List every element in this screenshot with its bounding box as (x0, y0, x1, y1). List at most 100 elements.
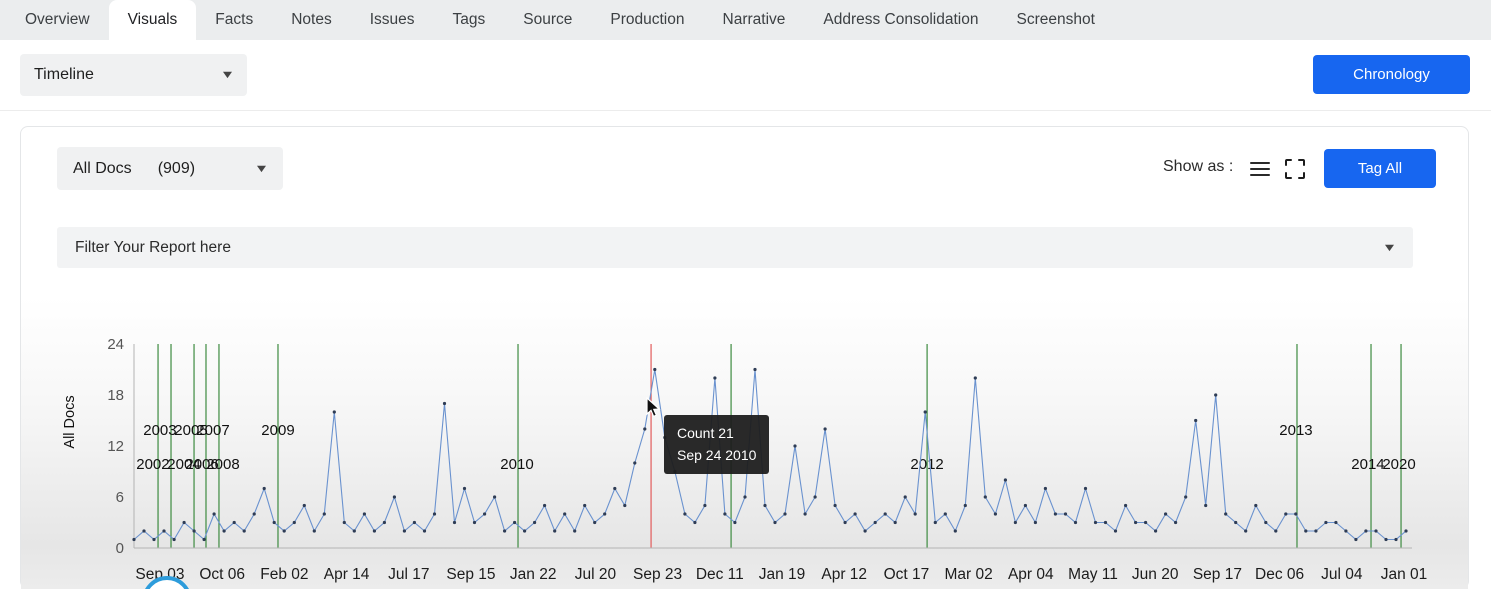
tooltip-date: Sep 24 2010 (677, 446, 757, 463)
tab-screenshot[interactable]: Screenshot (997, 0, 1113, 40)
x-tick-label: May 11 (1068, 566, 1118, 583)
series-dot (923, 410, 927, 414)
series-dot (573, 529, 577, 533)
x-tick-label: Oct 17 (884, 566, 930, 583)
x-tick-label: Sep 23 (633, 566, 682, 583)
x-tick-label: Dec 11 (696, 566, 744, 583)
tag-all-button[interactable]: Tag All (1324, 149, 1436, 188)
tab-source[interactable]: Source (504, 0, 591, 40)
x-tick-label: Apr 12 (821, 566, 867, 583)
series-dot (1294, 512, 1298, 516)
series-dot (643, 427, 647, 431)
docs-count: (909) (157, 159, 196, 177)
docs-filter-select[interactable]: All Docs (909) ▼ (57, 147, 283, 190)
tab-narrative[interactable]: Narrative (704, 0, 805, 40)
series-dot (1244, 529, 1248, 533)
series-dot (152, 537, 156, 542)
screenshot-view-icon[interactable] (1282, 157, 1308, 181)
year-annotation: 2003 (143, 422, 176, 439)
series-dot (1264, 520, 1268, 525)
year-annotation: 2010 (500, 456, 533, 473)
series-dot (282, 529, 286, 533)
series-dot (543, 503, 547, 508)
x-tick-label: Apr 14 (324, 566, 370, 583)
tab-address-consolidation[interactable]: Address Consolidation (804, 0, 997, 40)
x-tick-label: Sep 17 (1193, 566, 1242, 583)
tab-issues[interactable]: Issues (351, 0, 434, 40)
series-dot (1023, 503, 1027, 508)
series-dot (1254, 503, 1258, 508)
series-dot (202, 537, 206, 542)
year-annotation: 2002 (136, 456, 169, 473)
series-dot (452, 520, 457, 525)
series-dot (1174, 520, 1178, 525)
y-tick-label: 0 (116, 540, 124, 557)
series-dot (563, 512, 567, 516)
series-dot (412, 520, 416, 525)
series-dot (242, 529, 246, 533)
series-dot (392, 495, 396, 499)
tab-notes[interactable]: Notes (272, 0, 351, 40)
series-dot (1304, 529, 1308, 533)
series-dot (1234, 520, 1238, 525)
series-dot (873, 520, 877, 525)
series-dot (142, 529, 146, 533)
tab-label: Screenshot (1016, 11, 1095, 28)
series-dot (743, 495, 747, 499)
series-dot (973, 376, 977, 380)
series-dot (132, 537, 136, 542)
series-dot (533, 520, 537, 525)
show-as-label: Show as : (1163, 158, 1234, 175)
series-dot (1083, 486, 1088, 491)
series-dot (422, 529, 427, 533)
series-dot (773, 520, 777, 525)
tab-production[interactable]: Production (591, 0, 703, 40)
series-dot (1354, 537, 1358, 542)
series-dot (753, 367, 757, 372)
report-filter-input[interactable]: Filter Your Report here ▼ (57, 227, 1413, 268)
tab-tags[interactable]: Tags (434, 0, 505, 40)
series-dot (352, 529, 356, 533)
view-type-select[interactable]: Timeline ▼ (20, 54, 247, 96)
tab-label: Visuals (127, 11, 178, 28)
tab-overview[interactable]: Overview (6, 0, 109, 40)
series-dot (803, 512, 807, 516)
series-dot (523, 529, 527, 533)
year-annotation: 2007 (196, 422, 229, 439)
y-tick-label: 6 (116, 489, 124, 506)
series-dot (1214, 393, 1218, 397)
chronology-button[interactable]: Chronology (1313, 55, 1470, 94)
series-dot (503, 529, 507, 533)
visuals-toolbar: Timeline ▼ Chronology (0, 40, 1491, 111)
tab-bar: Overview Visuals Facts Notes Issues Tags Sourc… (0, 0, 1491, 40)
series-dot (623, 503, 627, 508)
chevron-down-icon: ▼ (253, 162, 270, 175)
tab-facts[interactable]: Facts (196, 0, 272, 40)
y-tick-label: 24 (107, 336, 124, 353)
tab-label: Overview (25, 11, 90, 28)
mouse-cursor-icon (646, 397, 661, 418)
series-dot (1274, 529, 1278, 533)
tab-visuals[interactable]: Visuals (108, 0, 197, 40)
chevron-down-icon: ▼ (219, 69, 236, 81)
series-dot (1164, 512, 1168, 516)
series-dot (172, 537, 176, 542)
series-dot (1344, 529, 1348, 533)
series-dot (442, 401, 447, 406)
x-tick-label: Oct 06 (199, 566, 245, 583)
y-tick-label: 18 (107, 387, 124, 404)
series-dot (1003, 478, 1008, 482)
timeline-chart[interactable]: 0 6 12 18 24 Sep 03 Oct 06 Feb 02 Apr 14 Jul 17 Se… (21, 297, 1468, 589)
series-dot (1184, 495, 1188, 499)
y-tick-label: 12 (107, 438, 124, 455)
x-tick-label: Apr 04 (1008, 566, 1054, 583)
series-dot (1404, 529, 1408, 533)
series-dot (703, 503, 707, 508)
x-tick-label: Jan 22 (510, 566, 557, 583)
tooltip-count: Count 21 (677, 425, 734, 441)
series-dot (963, 503, 967, 508)
series-dot (292, 520, 296, 525)
series-dot (362, 512, 366, 516)
x-tick-label: Dec 06 (1255, 566, 1304, 583)
list-view-icon[interactable] (1247, 157, 1273, 181)
